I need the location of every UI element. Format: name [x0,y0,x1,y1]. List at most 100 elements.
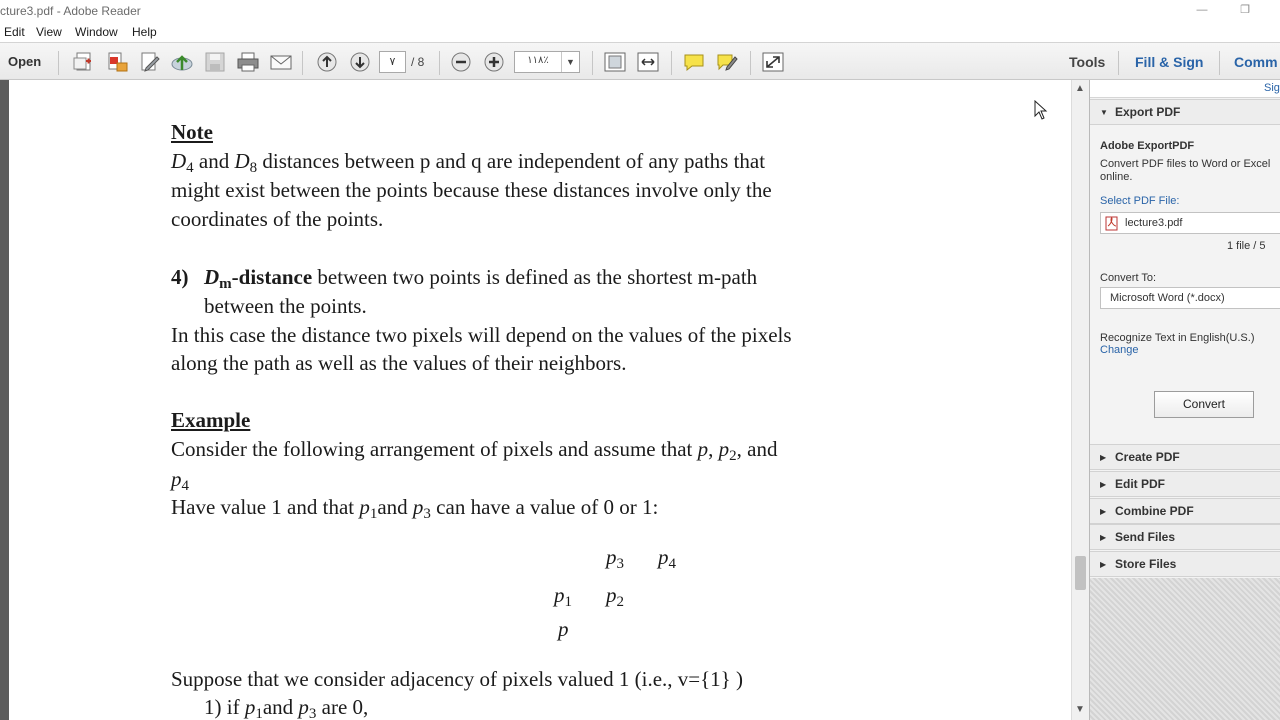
change-language-link[interactable]: Change [1100,344,1139,356]
page-number-input[interactable]: ٧ [379,51,406,73]
note-and: and [193,149,235,173]
menu-edit[interactable]: Edit [4,25,25,39]
grid-p4-subscript: 4 [668,556,677,572]
toolbar-divider [58,51,59,75]
restore-icon[interactable]: ❐ [1230,2,1260,20]
collapsed-triangle-icon: ▶ [1100,507,1107,516]
grid-p2-subscript: 2 [616,594,625,610]
edit-pdf-title: Edit PDF [1115,477,1165,491]
case-1-line: 1) if p1and p3 are 0, [204,695,368,720]
grid-p2: p2 [606,583,624,611]
highlight-icon[interactable] [715,51,739,73]
toolbar-divider [1118,51,1119,75]
item-4-line-1: Dm-distance between two points is define… [204,265,757,293]
previous-page-icon[interactable] [315,51,339,73]
convert-to-select[interactable]: Microsoft Word (*.docx) [1100,287,1280,309]
p3-subscript: 3 [423,506,431,522]
grid-p1-symbol: p [554,583,565,607]
sign-link[interactable]: Sig [1264,82,1280,94]
document-scrollbar[interactable]: ▲ ▼ [1071,80,1089,720]
example-line-3: Have value 1 and that p1and p3 can have … [171,495,658,523]
tools-pane: Sig ▼ Export PDF Adobe ExportPDF Convert… [1089,80,1280,720]
menu-bar: Edit View Window Help [0,22,1280,42]
menu-help[interactable]: Help [132,25,157,39]
export-description-1: Convert PDF files to Word or Excel [1100,158,1271,170]
zoom-select[interactable]: ١١٨٪ ▼ [514,51,580,73]
send-files-title: Send Files [1115,530,1176,544]
create-pdf-section-header[interactable]: ▶ Create PDF [1090,444,1280,470]
grid-p4-symbol: p [658,545,669,569]
grid-p3-symbol: p [606,545,617,569]
upload-icon[interactable] [170,51,194,73]
edit-icon[interactable] [139,51,163,73]
mouse-cursor-icon [1034,100,1048,120]
d8-symbol: D [234,149,250,173]
paragraph-line-1: In this case the distance two pixels wil… [171,323,792,347]
scroll-up-icon[interactable]: ▲ [1075,83,1085,94]
fullscreen-icon[interactable] [761,51,785,73]
comment-icon[interactable] [682,51,706,73]
menu-window[interactable]: Window [75,25,118,39]
export-pdf-icon[interactable] [105,51,129,73]
dm-distance-term: -distance [231,265,313,289]
pdf-file-icon [1105,216,1118,231]
convert-button[interactable]: Convert [1154,391,1254,418]
case-1-end: are 0, [316,695,369,719]
item-4-rest: between two points is defined as the sho… [312,265,758,289]
fill-sign-button[interactable]: Fill & Sign [1135,54,1203,70]
fit-width-icon[interactable] [636,51,660,73]
zoom-out-icon[interactable] [449,51,473,73]
chevron-down-icon[interactable]: ▼ [561,52,579,72]
store-files-section-header[interactable]: ▶ Store Files [1090,551,1280,577]
edit-pdf-section-header[interactable]: ▶ Edit PDF [1090,471,1280,497]
fit-page-icon[interactable] [603,51,627,73]
grid-p3: p3 [606,545,624,573]
scroll-down-icon[interactable]: ▼ [1075,704,1085,715]
comment-panel-button[interactable]: Comm [1234,54,1278,70]
collapsed-triangle-icon: ▶ [1100,453,1107,462]
send-files-section-header[interactable]: ▶ Send Files [1090,524,1280,550]
combine-pdf-title: Combine PDF [1115,504,1194,518]
p3-symbol: p [412,495,424,519]
p4-symbol: p [171,467,182,491]
sign-strip: Sig [1090,80,1280,98]
item-4-line-2: between the points. [204,294,367,318]
case-1-p1-subscript: 1 [255,706,263,720]
expanded-triangle-icon: ▼ [1100,108,1108,117]
tools-button[interactable]: Tools [1069,54,1105,70]
zoom-in-icon[interactable] [482,51,506,73]
print-icon[interactable] [236,51,260,73]
menu-view[interactable]: View [36,25,62,39]
open-button[interactable]: Open [8,54,41,69]
case-1-text: 1) if [204,695,245,719]
grid-p3-subscript: 3 [616,556,625,572]
email-icon[interactable] [269,51,293,73]
selected-file-field[interactable]: lecture3.pdf [1100,212,1280,234]
next-page-icon[interactable] [348,51,372,73]
create-pdf-icon[interactable] [72,51,96,73]
combine-pdf-section-header[interactable]: ▶ Combine PDF [1090,498,1280,524]
scrollbar-thumb[interactable] [1075,556,1086,590]
file-count: 1 file / 5 [1227,240,1266,252]
example-line-1: Consider the following arrangement of pi… [171,437,777,465]
example-line-3-text: Have value 1 and that [171,495,360,519]
d4-subscript: 4 [186,160,194,176]
window-title: cture3.pdf - Adobe Reader [0,4,141,18]
recognize-text-label: Recognize Text in English(U.S.) [1100,332,1255,344]
comma: , [708,437,719,461]
item-4-number: 4) [171,265,189,289]
d4-symbol: D [171,149,187,173]
toolbar-divider [750,51,751,75]
example-heading: Example [171,408,251,432]
export-pdf-section-header[interactable]: ▼ Export PDF [1090,99,1280,125]
paragraph-line-2: along the path as well as the values of … [171,351,627,375]
save-icon[interactable] [203,51,227,73]
toolbar-divider [671,51,672,75]
minimize-icon[interactable]: — [1187,2,1217,20]
grid-p-symbol: p [558,617,569,641]
p4-subscript: 4 [181,478,190,494]
export-pdf-title: Export PDF [1115,105,1181,119]
example-line-2: p4 [171,467,189,495]
grid-p4: p4 [658,545,676,573]
toolbar-divider [592,51,593,75]
